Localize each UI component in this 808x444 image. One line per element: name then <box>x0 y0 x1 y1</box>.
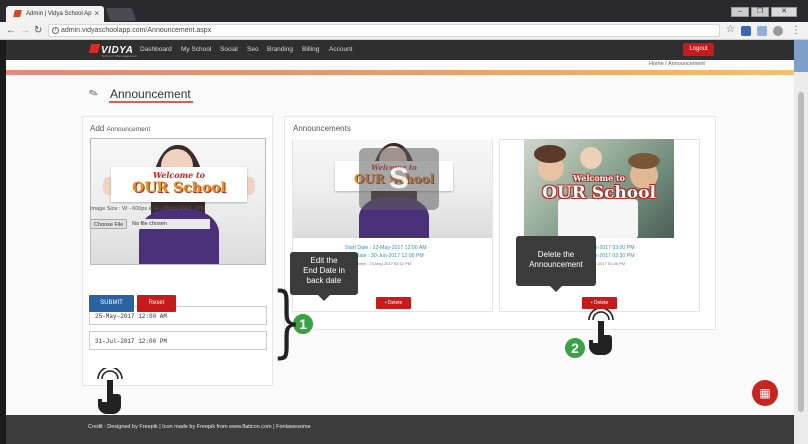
brace-icon: } <box>271 277 302 367</box>
hand-pointer-icon <box>588 309 614 355</box>
file-input[interactable]: Choose File No file chosen <box>90 219 210 229</box>
file-status: No file chosen <box>132 221 167 227</box>
nav-social[interactable]: Social <box>220 46 238 53</box>
address-toolbar: ← → ↻ i admin.vidyaschoolapp.com/Announc… <box>0 22 808 40</box>
end-date-input[interactable]: 31-Jul-2017 12:00 PM <box>89 331 267 350</box>
tab-close-icon[interactable]: × <box>94 9 99 18</box>
card-dates: pr-2017 03:00 PM pr-2017 03:30 PM pr-201… <box>593 245 635 266</box>
browser-tab[interactable]: Admin | Vidya School Ap × <box>6 6 104 22</box>
forward-icon[interactable]: → <box>20 25 30 36</box>
delete-button[interactable]: ▪ Delete <box>376 297 411 309</box>
scrollbar-thumb[interactable] <box>798 92 804 412</box>
logo-icon <box>88 44 101 53</box>
back-icon[interactable]: ← <box>6 25 16 36</box>
page-title: Announcement <box>110 87 191 101</box>
info-icon[interactable]: i <box>52 27 59 34</box>
title-underline <box>109 101 193 103</box>
extension-icon[interactable] <box>757 26 767 36</box>
minimize-button[interactable]: – <box>731 7 749 17</box>
hand-pointer-icon <box>97 368 123 414</box>
nav-my-school[interactable]: My School <box>181 46 211 53</box>
url-input[interactable]: i admin.vidyaschoolapp.com/Announcement.… <box>48 24 720 37</box>
preview-image: Welcome to OUR School <box>90 138 266 265</box>
nav-dashboard[interactable]: Dashboard <box>140 46 172 53</box>
logout-button[interactable]: Logout <box>683 43 714 56</box>
choose-file-button[interactable]: Choose File <box>90 219 128 229</box>
menu-icon[interactable]: ⋮ <box>791 25 801 36</box>
extension-icon[interactable] <box>773 26 783 36</box>
brand-logo[interactable]: VIDYA School Management <box>88 44 138 58</box>
step-badge: 2 <box>563 336 587 360</box>
breadcrumb: Home / Announcement <box>649 61 705 67</box>
accent-bar <box>6 70 794 75</box>
nav-account[interactable]: Account <box>329 46 353 53</box>
nav-branding[interactable]: Branding <box>267 46 293 53</box>
megaphone-icon: ✎ <box>87 86 101 102</box>
announcements-heading: Announcements <box>293 124 351 133</box>
delete-button[interactable]: ▪ Delete <box>582 297 617 309</box>
delete-tooltip: Delete the Announcement <box>516 236 596 292</box>
url-text: admin.vidyaschoolapp.com/Announcement.as… <box>61 27 212 34</box>
footer: Credit : Designed by Freepik | Icon made… <box>6 415 794 444</box>
reload-icon[interactable]: ↻ <box>34 25 42 36</box>
scrollbar[interactable] <box>794 72 808 444</box>
footer-credit: Credit : Designed by Freepik | Icon made… <box>88 424 311 430</box>
nav-seo[interactable]: Seo <box>247 46 259 53</box>
new-tab-button[interactable] <box>105 8 137 21</box>
browser-tabbar: Admin | Vidya School Ap × – ❐ ✕ <box>0 0 808 22</box>
favicon-icon <box>13 10 22 17</box>
announcement-image: Welcome to OUR School <box>524 139 674 238</box>
submit-button[interactable]: SUBMIT <box>89 295 134 312</box>
add-panel-heading: Add Announcement <box>90 124 151 133</box>
grid-menu-button[interactable]: ▦ <box>752 380 778 406</box>
nav-billing[interactable]: Billing <box>302 46 319 53</box>
side-strip <box>794 40 808 72</box>
slideshow-overlay: S <box>359 148 439 210</box>
bookmark-star-icon[interactable]: ☆ <box>726 24 735 35</box>
reset-button[interactable]: Reset <box>137 295 176 312</box>
image-size-hint: Image Size : W - 600px & H - 350px MAX, … <box>90 206 205 212</box>
extension-icon[interactable] <box>741 26 751 36</box>
tab-title: Admin | Vidya School Ap <box>26 11 92 17</box>
restore-button[interactable]: ❐ <box>751 7 769 17</box>
close-window-button[interactable]: ✕ <box>771 7 797 17</box>
site-navbar: VIDYA School Management Dashboard My Sch… <box>6 40 794 60</box>
